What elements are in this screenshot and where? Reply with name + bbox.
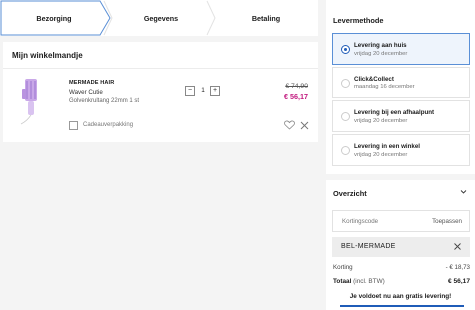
radio-button[interactable] bbox=[341, 112, 350, 121]
price-original: € 74,90 bbox=[285, 83, 308, 90]
product-name[interactable]: Waver Cutie bbox=[69, 89, 103, 96]
delivery-option-date: vrijdag 20 december bbox=[354, 152, 408, 158]
delivery-option-date: vrijdag 20 december bbox=[354, 118, 408, 124]
delivery-option-label: Click&Collect bbox=[354, 76, 394, 83]
step-gegevens[interactable]: Gegevens bbox=[108, 0, 214, 36]
radio-button[interactable] bbox=[341, 146, 350, 155]
discount-label: Korting bbox=[333, 264, 353, 271]
sidebar-panel: Levermethode Levering aan huis vrijdag 2… bbox=[326, 0, 475, 310]
radio-button[interactable] bbox=[341, 45, 350, 54]
divider bbox=[3, 68, 318, 69]
free-shipping-progress-bar bbox=[340, 305, 464, 307]
cart-title: Mijn winkelmandje bbox=[12, 51, 83, 60]
product-brand: MERMADE HAIR bbox=[69, 80, 115, 86]
chevron-down-icon[interactable] bbox=[460, 189, 467, 195]
apply-coupon-button[interactable]: Toepassen bbox=[432, 218, 462, 225]
delivery-option-date: maandag 16 december bbox=[354, 84, 415, 90]
quantity-increase-button[interactable]: + bbox=[210, 86, 220, 96]
product-image[interactable] bbox=[15, 77, 45, 127]
delivery-option-date: vrijdag 20 december bbox=[354, 51, 408, 57]
cart-panel: Mijn winkelmandje MERMADE HAIR Waver Cut… bbox=[3, 42, 318, 142]
delivery-option-label: Levering in een winkel bbox=[354, 143, 421, 150]
radio-button[interactable] bbox=[341, 79, 350, 88]
divider bbox=[326, 174, 475, 180]
step-bezorging[interactable]: Bezorging bbox=[0, 0, 108, 36]
delivery-option-click-collect[interactable]: Click&Collect maandag 16 december bbox=[332, 67, 470, 98]
free-shipping-message: Je voldoet nu aan gratis levering! bbox=[349, 293, 452, 300]
product-variant: Golvenkrultang 22mm 1 st bbox=[69, 98, 140, 104]
delivery-option-home[interactable]: Levering aan huis vrijdag 20 december bbox=[332, 33, 470, 65]
checkout-steps: Bezorging Gegevens Betaling bbox=[0, 0, 318, 36]
delivery-option-store[interactable]: Levering in een winkel vrijdag 20 decemb… bbox=[332, 134, 470, 166]
delivery-option-label: Levering bij een afhaalpunt bbox=[354, 109, 435, 116]
applied-coupon: BEL-MERMADE bbox=[332, 237, 470, 257]
gift-wrap-checkbox[interactable] bbox=[69, 121, 78, 130]
close-icon[interactable] bbox=[300, 121, 309, 130]
close-icon[interactable] bbox=[454, 243, 461, 250]
price-sale: € 56,17 bbox=[284, 92, 308, 101]
gift-wrap-label: Cadeauverpakking bbox=[83, 122, 134, 128]
delivery-title: Levermethode bbox=[333, 16, 384, 25]
quantity-decrease-button[interactable]: − bbox=[185, 86, 195, 96]
delivery-option-label: Levering aan huis bbox=[354, 42, 407, 49]
quantity-value: 1 bbox=[201, 87, 205, 94]
delivery-option-pickup-point[interactable]: Levering bij een afhaalpunt vrijdag 20 d… bbox=[332, 100, 470, 132]
coupon-placeholder: Kortingscode bbox=[342, 218, 379, 225]
overview-title: Overzicht bbox=[333, 189, 367, 198]
coupon-input[interactable]: Kortingscode Toepassen bbox=[332, 210, 470, 232]
discount-value: - € 18,73 bbox=[445, 264, 470, 271]
total-incl-vat: (incl. BTW) bbox=[353, 278, 385, 285]
total-label-text: Totaal bbox=[333, 278, 352, 285]
step-betaling[interactable]: Betaling bbox=[214, 0, 318, 36]
total-label: Totaal (incl. BTW) bbox=[333, 278, 385, 285]
heart-icon[interactable] bbox=[284, 120, 295, 130]
total-value: € 56,17 bbox=[448, 278, 470, 285]
applied-coupon-code: BEL-MERMADE bbox=[341, 243, 396, 250]
